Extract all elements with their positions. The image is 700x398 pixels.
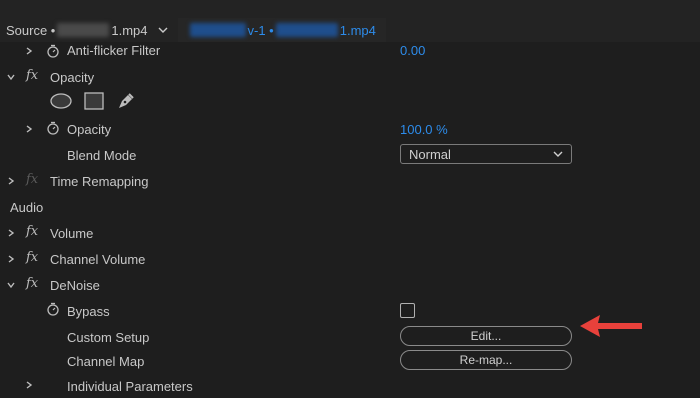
chevron-right-icon[interactable] [24, 380, 34, 390]
row-channel-volume: fx Channel Volume [0, 246, 700, 272]
fx-icon[interactable]: fx [26, 68, 38, 83]
chevron-right-icon[interactable] [6, 228, 16, 238]
antiflicker-value[interactable]: 0.00 [400, 43, 425, 58]
tab-seq-mid: v-1 • [247, 22, 274, 38]
ellipse-mask-icon[interactable] [50, 92, 72, 112]
custom-setup-label: Custom Setup [67, 330, 150, 345]
redacted-filename [57, 23, 110, 37]
chevron-down-icon[interactable] [158, 23, 168, 37]
opacity-label: Opacity [67, 122, 112, 137]
opacity-value[interactable]: 100.0 % [400, 122, 448, 137]
chevron-down-icon [553, 151, 563, 157]
denoise-label: DeNoise [50, 278, 100, 293]
audio-section-label: Audio [10, 200, 44, 215]
tab-bar: Source • 1.mp4 v-1 • 1.mp4 [0, 18, 700, 42]
rectangle-mask-icon[interactable] [84, 91, 104, 113]
time-remapping-label: Time Remapping [50, 174, 149, 189]
mask-tools [50, 91, 136, 114]
remap-button[interactable]: Re-map... [400, 350, 572, 370]
opacity-group-label: Opacity [50, 70, 95, 85]
redacted-sequence-file [275, 23, 338, 37]
chevron-right-icon[interactable] [24, 46, 34, 56]
chevron-right-icon[interactable] [6, 176, 16, 186]
volume-label: Volume [50, 226, 94, 241]
effect-controls-panel: Anti-flicker Filter 0.00 fx Opacity Opac… [0, 42, 700, 398]
row-denoise: fx DeNoise [0, 272, 700, 298]
blend-mode-label: Blend Mode [67, 148, 137, 163]
row-channel-map: Channel Map Re-map... [0, 348, 700, 374]
channel-map-label: Channel Map [67, 354, 145, 369]
individual-parameters-label: Individual Parameters [67, 379, 193, 394]
pen-mask-icon[interactable] [116, 91, 136, 114]
row-time-remapping: fx Time Remapping [0, 168, 700, 194]
stopwatch-icon[interactable] [46, 44, 60, 58]
row-antiflicker: Anti-flicker Filter 0.00 [0, 42, 700, 60]
channel-volume-label: Channel Volume [50, 252, 146, 267]
antiflicker-label: Anti-flicker Filter [67, 43, 161, 58]
row-opacity: Opacity 100.0 % [0, 116, 700, 142]
row-audio-header: Audio [0, 194, 700, 220]
blend-mode-value: Normal [409, 146, 451, 162]
fx-icon[interactable]: fx [26, 276, 38, 291]
tab-source-suffix: 1.mp4 [111, 22, 148, 38]
chevron-down-icon[interactable] [6, 72, 16, 82]
tab-seq-suffix: 1.mp4 [339, 22, 376, 38]
redacted-sequence-name [189, 23, 246, 37]
tab-sequence[interactable]: v-1 • 1.mp4 [177, 18, 386, 42]
chevron-right-icon[interactable] [6, 254, 16, 264]
chevron-right-icon[interactable] [24, 124, 34, 134]
fx-icon[interactable]: fx [26, 250, 38, 265]
stopwatch-icon[interactable] [46, 121, 60, 135]
red-arrow-icon [580, 315, 642, 337]
blend-mode-select[interactable]: Normal [400, 144, 572, 164]
bypass-checkbox[interactable] [400, 303, 415, 318]
row-opacity-group: fx Opacity [0, 64, 700, 90]
tab-source-prefix: Source • [6, 22, 56, 38]
row-blend-mode: Blend Mode Normal [0, 142, 700, 168]
bypass-label: Bypass [67, 304, 110, 319]
row-volume: fx Volume [0, 220, 700, 246]
row-individual-parameters: Individual Parameters [0, 373, 700, 398]
fx-icon: fx [26, 172, 39, 187]
stopwatch-icon[interactable] [46, 302, 60, 316]
chevron-down-icon[interactable] [6, 280, 16, 290]
tab-source[interactable]: Source • 1.mp4 [0, 18, 174, 42]
fx-icon[interactable]: fx [26, 224, 38, 239]
edit-button[interactable]: Edit... [400, 326, 572, 346]
